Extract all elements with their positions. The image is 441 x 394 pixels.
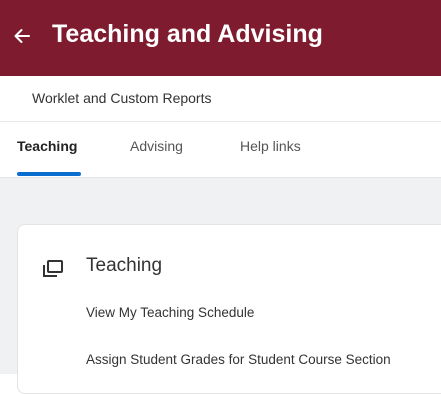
- assign-student-grades-link[interactable]: Assign Student Grades for Student Course…: [86, 352, 391, 367]
- teaching-card: Teaching View My Teaching Schedule Assig…: [17, 224, 441, 394]
- card-title: Teaching: [86, 255, 163, 276]
- subheader-title: Worklet and Custom Reports: [32, 90, 212, 106]
- window-stack-icon: [43, 260, 63, 277]
- active-tab-indicator: [17, 172, 81, 176]
- content-area: Teaching View My Teaching Schedule Assig…: [0, 178, 441, 394]
- subheader: Worklet and Custom Reports: [0, 76, 441, 122]
- arrow-left-icon: [14, 29, 30, 43]
- view-teaching-schedule-link[interactable]: View My Teaching Schedule: [86, 305, 254, 320]
- app-header: Teaching and Advising: [0, 0, 441, 76]
- tab-teaching[interactable]: Teaching: [17, 138, 77, 154]
- tab-advising[interactable]: Advising: [130, 138, 183, 154]
- tab-help-links[interactable]: Help links: [240, 138, 301, 154]
- page-title: Teaching and Advising: [52, 20, 323, 48]
- back-button[interactable]: [8, 22, 36, 50]
- tab-bar: Teaching Advising Help links: [0, 122, 441, 178]
